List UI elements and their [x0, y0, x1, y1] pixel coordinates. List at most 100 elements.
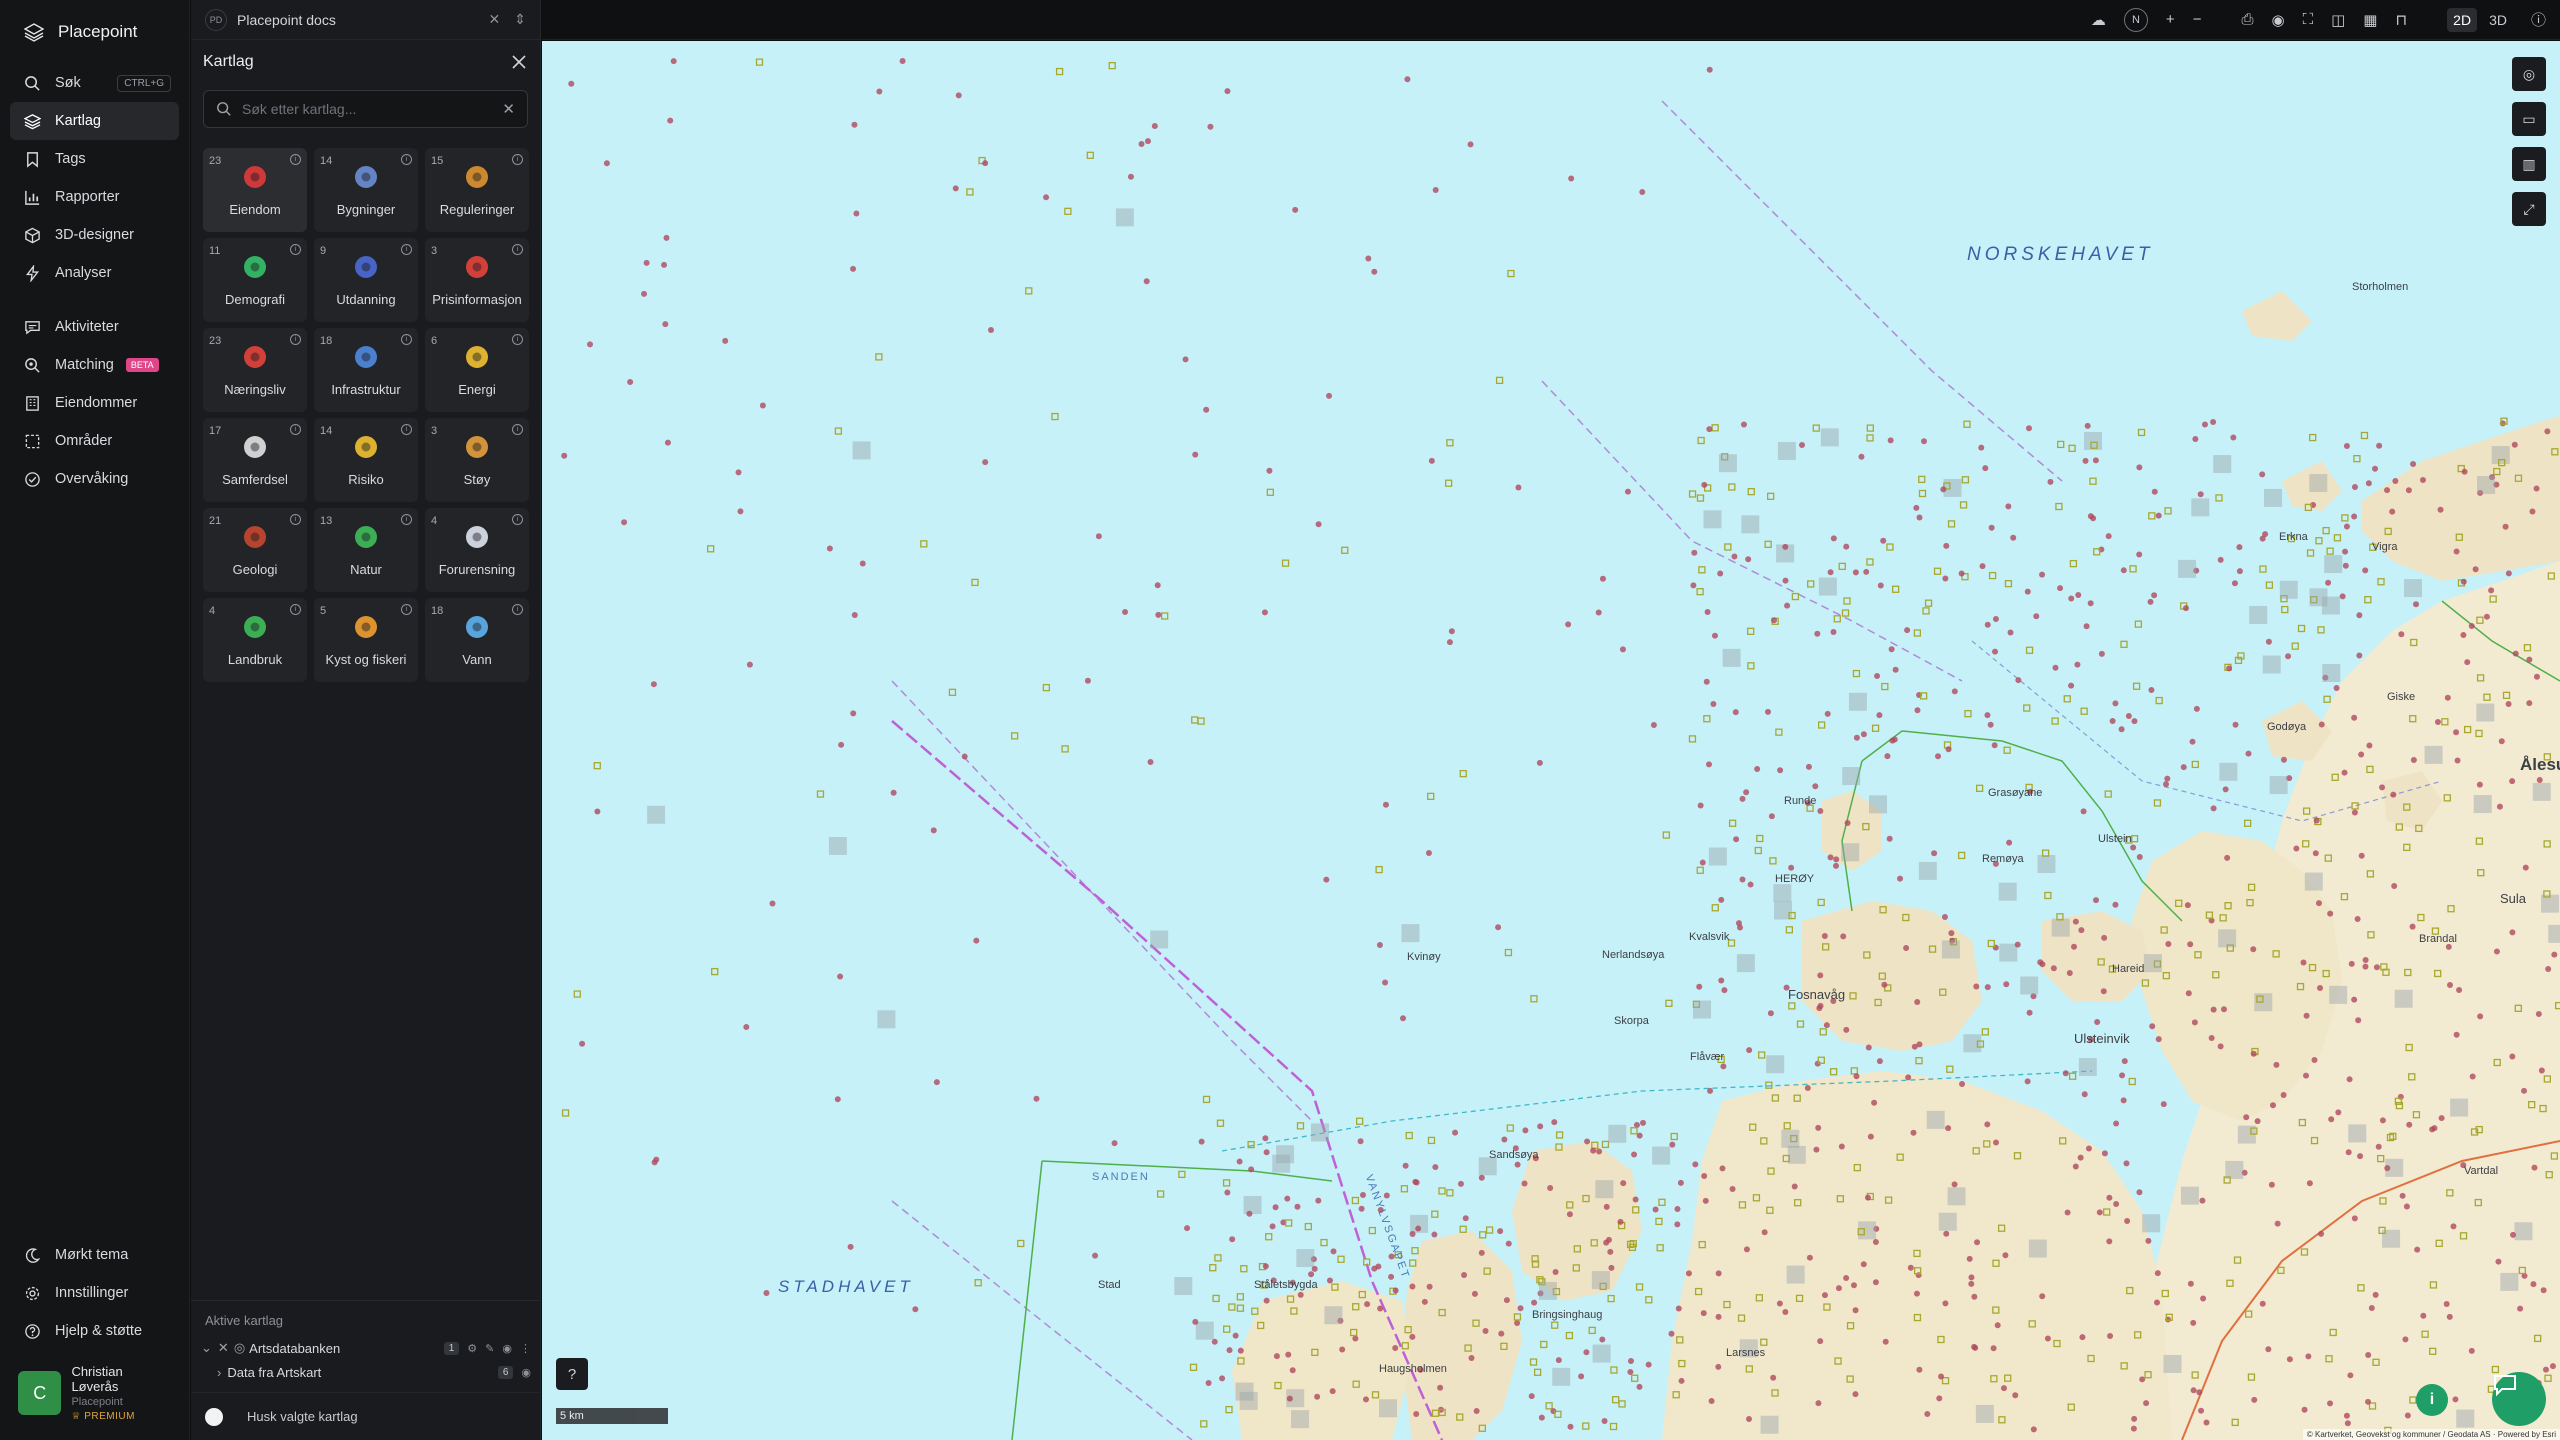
info-icon[interactable]: i	[401, 514, 412, 525]
observation-marker[interactable]	[1973, 983, 1980, 990]
observation-marker[interactable]	[2379, 784, 2386, 791]
observation-marker[interactable]	[2493, 948, 2500, 955]
observation-marker[interactable]	[1404, 76, 1411, 83]
layer-category-tile[interactable]: 5 i Kyst og fiskeri	[314, 598, 418, 682]
observation-marker[interactable]	[641, 290, 648, 297]
zoom-in-button[interactable]: +	[2166, 11, 2175, 28]
observation-marker[interactable]	[1858, 1221, 1877, 1240]
observation-marker[interactable]	[1203, 406, 1210, 413]
observation-marker[interactable]	[2249, 605, 2268, 624]
observation-marker[interactable]	[1521, 1180, 1528, 1187]
observation-marker[interactable]	[1827, 569, 1834, 576]
observation-marker[interactable]	[1805, 763, 1812, 770]
observation-marker[interactable]	[2545, 966, 2552, 973]
observation-marker[interactable]	[1529, 1358, 1538, 1366]
observation-marker[interactable]	[2306, 549, 2315, 557]
observation-marker[interactable]	[1796, 1020, 1805, 1028]
observation-marker[interactable]	[1284, 1195, 1291, 1202]
observation-marker[interactable]	[1645, 1361, 1652, 1368]
observation-marker[interactable]	[2526, 656, 2533, 663]
observation-marker[interactable]	[1958, 570, 1965, 577]
observation-marker[interactable]	[890, 789, 897, 796]
info-icon[interactable]: i	[401, 604, 412, 615]
info-icon[interactable]: i	[512, 604, 523, 615]
observation-marker[interactable]	[1693, 1000, 1712, 1019]
observation-marker[interactable]	[933, 1079, 940, 1086]
observation-marker[interactable]	[1979, 563, 1986, 570]
observation-marker[interactable]	[1226, 1347, 1233, 1354]
observation-marker[interactable]	[1964, 710, 1972, 718]
user-card[interactable]: C Christian Løverås Placepoint ♕ PREMIUM	[0, 1350, 190, 1440]
observation-marker[interactable]	[1538, 1281, 1557, 1300]
observation-marker[interactable]	[2145, 1237, 2152, 1244]
observation-marker[interactable]	[2178, 559, 2197, 578]
observation-marker[interactable]	[2184, 902, 2191, 909]
observation-marker[interactable]	[2461, 468, 2468, 475]
observation-marker[interactable]	[2444, 694, 2451, 701]
observation-marker[interactable]	[2327, 1400, 2334, 1407]
observation-marker[interactable]	[1984, 621, 1991, 628]
observation-marker[interactable]	[1514, 1161, 1521, 1168]
observation-marker[interactable]	[593, 762, 601, 770]
observation-marker[interactable]	[1711, 904, 1719, 912]
observation-marker[interactable]	[1674, 1205, 1681, 1212]
observation-marker[interactable]	[1992, 648, 1999, 655]
observation-marker[interactable]	[2394, 989, 2413, 1008]
observation-marker[interactable]	[1787, 1145, 1806, 1164]
observation-marker[interactable]	[1224, 88, 1231, 95]
observation-marker[interactable]	[1191, 716, 1199, 724]
observation-marker[interactable]	[1246, 1210, 1253, 1217]
observation-marker[interactable]	[1975, 1404, 1994, 1423]
observation-marker[interactable]	[1311, 1265, 1318, 1272]
observation-marker[interactable]	[2309, 433, 2317, 442]
observation-marker[interactable]	[2472, 566, 2479, 573]
observation-marker[interactable]	[2533, 485, 2540, 492]
observation-marker[interactable]	[1786, 1265, 1805, 1284]
observation-marker[interactable]	[1700, 1310, 1707, 1317]
observation-marker[interactable]	[1703, 510, 1722, 529]
observation-marker[interactable]	[1943, 478, 1962, 497]
observation-marker[interactable]	[2026, 1009, 2033, 1016]
observation-marker[interactable]	[2264, 488, 2283, 507]
observation-marker[interactable]	[2268, 1181, 2275, 1188]
observation-marker[interactable]	[2305, 1353, 2312, 1360]
observation-marker[interactable]	[1624, 488, 1631, 495]
observation-marker[interactable]	[1202, 1095, 1211, 1104]
observation-marker[interactable]	[2198, 1407, 2205, 1414]
chat-support-button[interactable]	[2492, 1372, 2546, 1426]
observation-marker[interactable]	[948, 688, 957, 696]
observation-marker[interactable]	[2351, 996, 2358, 1003]
observation-marker[interactable]	[2509, 1053, 2516, 1060]
close-tab-icon[interactable]: ✕	[489, 11, 501, 28]
observation-marker[interactable]	[2532, 782, 2551, 801]
observation-marker[interactable]	[1764, 540, 1772, 548]
observation-marker[interactable]	[1677, 1179, 1684, 1186]
observation-marker[interactable]	[851, 612, 858, 619]
observation-marker[interactable]	[1382, 801, 1389, 808]
observation-marker[interactable]	[1064, 207, 1072, 215]
observation-marker[interactable]	[1517, 1305, 1524, 1312]
observation-marker[interactable]	[763, 1290, 770, 1297]
observation-marker[interactable]	[1697, 802, 1704, 809]
observation-marker[interactable]	[2509, 778, 2516, 785]
observation-marker[interactable]	[2130, 844, 2137, 851]
observation-marker[interactable]	[2309, 474, 2328, 493]
observation-marker[interactable]	[1918, 475, 1926, 484]
observation-marker[interactable]	[2112, 700, 2119, 707]
nav-item-search[interactable]: Søk CTRL+G	[10, 64, 179, 102]
observation-marker[interactable]	[1743, 1246, 1750, 1253]
observation-marker[interactable]	[2450, 1098, 2469, 1117]
observation-marker[interactable]	[1084, 677, 1091, 684]
observation-marker[interactable]	[2192, 436, 2199, 443]
observation-marker[interactable]	[2081, 1091, 2088, 1098]
observation-marker[interactable]	[1632, 1196, 1639, 1203]
observation-marker[interactable]	[1555, 1131, 1564, 1139]
observation-marker[interactable]	[2512, 650, 2519, 657]
observation-marker[interactable]	[1903, 944, 1910, 951]
observation-marker[interactable]	[2160, 1101, 2167, 1108]
observation-marker[interactable]	[2078, 1057, 2097, 1076]
observation-marker[interactable]	[2083, 431, 2102, 450]
observation-marker[interactable]	[1473, 1408, 1480, 1415]
observation-marker[interactable]	[2355, 1017, 2362, 1024]
observation-marker[interactable]	[2136, 1189, 2143, 1196]
